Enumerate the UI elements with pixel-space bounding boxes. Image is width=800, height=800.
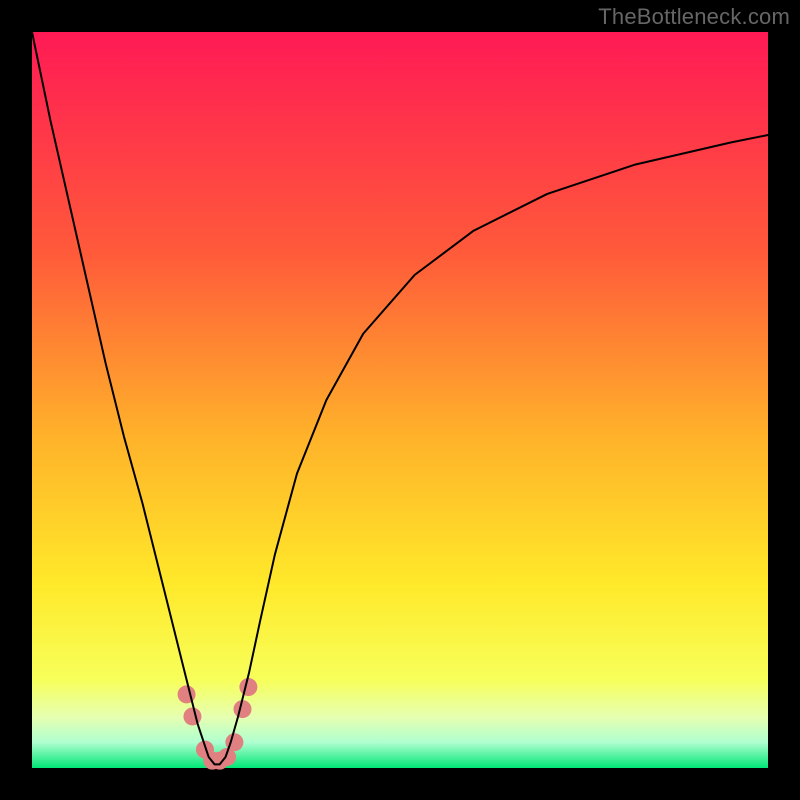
plot-background <box>32 32 768 768</box>
watermark-text: TheBottleneck.com <box>598 4 790 30</box>
highlight-point <box>178 685 196 703</box>
highlight-point <box>239 678 257 696</box>
bottleneck-chart <box>0 0 800 800</box>
highlight-point <box>183 707 201 725</box>
chart-canvas: TheBottleneck.com <box>0 0 800 800</box>
